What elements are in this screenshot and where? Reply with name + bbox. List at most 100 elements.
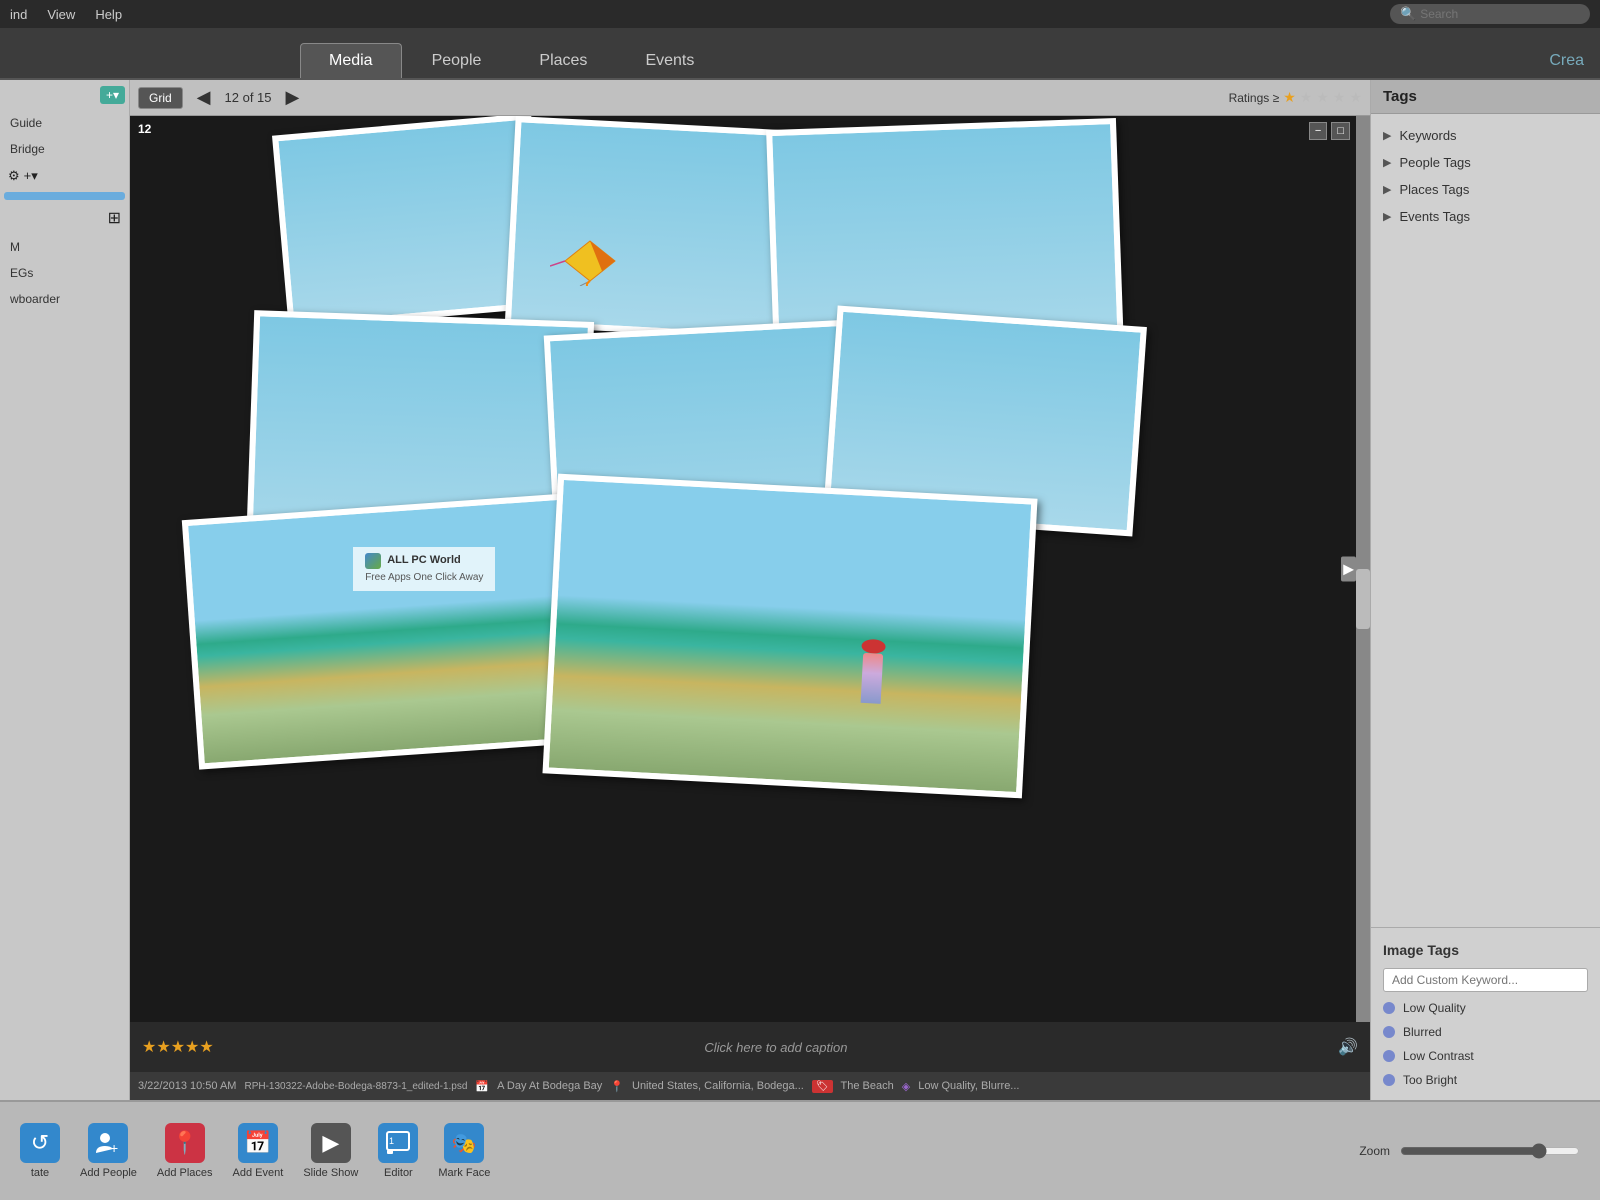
svg-text:1: 1	[389, 1136, 394, 1146]
menu-view[interactable]: View	[47, 7, 75, 22]
tag-label-places: Places Tags	[1399, 182, 1469, 197]
sidebar-item-egs[interactable]: EGs	[4, 262, 125, 284]
photo-controls: − □	[1309, 122, 1350, 140]
tag-label-blurred: Blurred	[1403, 1025, 1442, 1039]
tag-item-places[interactable]: ▶ Places Tags	[1371, 176, 1600, 203]
calendar-icon: 📅	[475, 1080, 489, 1093]
tag-label-low-quality: Low Quality	[1403, 1001, 1466, 1015]
add-people-label: Add People	[80, 1167, 137, 1179]
tag-item-events[interactable]: ▶ Events Tags	[1371, 203, 1600, 230]
watermark: ALL PC World Free Apps One Click Away	[353, 547, 495, 591]
sidebar-icon-row: ⚙ +▾	[4, 164, 125, 188]
tab-places[interactable]: Places	[511, 44, 615, 78]
tab-people[interactable]: People	[404, 44, 510, 78]
tag-dot-1	[1383, 1002, 1395, 1014]
photo-rating: ★★★★★	[142, 1037, 214, 1057]
photo-filename: RPH-130322-Adobe-Bodega-8873-1_edited-1.…	[244, 1081, 467, 1092]
star-3[interactable]: ★	[1316, 89, 1329, 106]
nav-tabs: Media People Places Events Crea	[0, 28, 1600, 80]
add-event-button[interactable]: 📅 Add Event	[233, 1123, 284, 1179]
mark-face-button[interactable]: 🎭 Mark Face	[438, 1123, 490, 1179]
svg-text:+: +	[110, 1140, 118, 1156]
search-input[interactable]	[1420, 7, 1580, 21]
photo-place: United States, California, Bodega...	[632, 1080, 804, 1092]
slide-show-label: Slide Show	[303, 1167, 358, 1179]
grid-button[interactable]: Grid	[138, 87, 183, 109]
tag-badge-low-contrast: Low Contrast	[1371, 1044, 1600, 1068]
star-4[interactable]: ★	[1333, 89, 1346, 106]
slide-show-button[interactable]: ▶ Slide Show	[303, 1123, 358, 1179]
page-count: 12 of 15	[225, 90, 272, 105]
sidebar-item-m[interactable]: M	[4, 236, 125, 258]
add-places-label: Add Places	[157, 1167, 213, 1179]
watermark-subtitle: Free Apps One Click Away	[365, 571, 483, 585]
photo-frame-8	[542, 474, 1037, 799]
editor-icon: 1	[378, 1123, 418, 1163]
tag-item-people[interactable]: ▶ People Tags	[1371, 149, 1600, 176]
photo-quality: Low Quality, Blurre...	[918, 1080, 1019, 1092]
add-icon[interactable]: +▾	[24, 168, 38, 184]
tags-header: Tags	[1371, 80, 1600, 114]
tab-media[interactable]: Media	[300, 43, 402, 78]
create-button[interactable]: Crea	[1533, 44, 1600, 78]
main-layout: +▾ Guide Bridge ⚙ +▾ ⊞ M EGs wboarder Gr…	[0, 80, 1600, 1100]
scroll-thumb[interactable]	[1356, 569, 1370, 629]
expand-panel-button[interactable]: ▶	[1341, 557, 1356, 582]
photo-tags-bar: 3/22/2013 10:50 AM RPH-130322-Adobe-Bode…	[130, 1072, 1370, 1100]
tag-badge-low-quality: Low Quality	[1371, 996, 1600, 1020]
photo-number: 12	[138, 122, 151, 136]
tag-badge-blurred: Blurred	[1371, 1020, 1600, 1044]
connect-icon[interactable]: ⊞	[108, 208, 121, 228]
menu-help[interactable]: Help	[95, 7, 122, 22]
prev-button[interactable]: ◀	[191, 87, 217, 108]
top-controls: +▾	[4, 86, 125, 104]
ratings-area: Ratings ≥ ★ ★ ★ ★ ★	[1229, 89, 1362, 106]
next-button[interactable]: ▶	[280, 87, 306, 108]
maximize-button[interactable]: □	[1331, 122, 1350, 140]
zoom-slider[interactable]	[1400, 1143, 1580, 1159]
scroll-track[interactable]	[1356, 116, 1370, 1022]
settings-icon[interactable]: ⚙	[8, 168, 20, 184]
chevron-right-icon: ▶	[1383, 129, 1391, 142]
menu-find[interactable]: ind	[10, 7, 27, 22]
photo-info-bar: ★★★★★ Click here to add caption 🔊	[130, 1022, 1370, 1072]
ratings-label: Ratings ≥	[1229, 91, 1280, 105]
mark-face-icon: 🎭	[444, 1123, 484, 1163]
editor-button[interactable]: 1 Editor	[378, 1123, 418, 1179]
tag-item-keywords[interactable]: ▶ Keywords	[1371, 122, 1600, 149]
photo-frame-7	[182, 492, 598, 769]
add-button[interactable]: +▾	[100, 86, 125, 104]
tag-label-events: Events Tags	[1399, 209, 1470, 224]
sound-icon[interactable]: 🔊	[1338, 1037, 1358, 1057]
image-tags-header: Image Tags	[1371, 936, 1600, 964]
quality-icon: ◈	[902, 1080, 910, 1093]
content-toolbar: Grid ◀ 12 of 15 ▶ Ratings ≥ ★ ★ ★ ★ ★	[130, 80, 1370, 116]
tag-dot-2	[1383, 1026, 1395, 1038]
photo-area: 12	[130, 116, 1370, 1022]
tag-label-low-contrast: Low Contrast	[1403, 1049, 1474, 1063]
add-event-icon: 📅	[238, 1123, 278, 1163]
star-5[interactable]: ★	[1349, 89, 1362, 106]
sidebar-item-guide[interactable]: Guide	[4, 112, 125, 134]
sidebar-item-selected[interactable]	[4, 192, 125, 200]
add-places-button[interactable]: 📍 Add Places	[157, 1123, 213, 1179]
star-2[interactable]: ★	[1300, 89, 1313, 106]
star-1[interactable]: ★	[1283, 89, 1296, 106]
kite	[550, 236, 630, 289]
photo-caption[interactable]: Click here to add caption	[230, 1040, 1322, 1055]
tag-badge-too-bright: Too Bright	[1371, 1068, 1600, 1092]
tag-dot-3	[1383, 1050, 1395, 1062]
sidebar-item-wboarder[interactable]: wboarder	[4, 288, 125, 310]
add-people-button[interactable]: + Add People	[80, 1123, 137, 1179]
search-box[interactable]: 🔍	[1390, 4, 1590, 24]
add-places-icon: 📍	[165, 1123, 205, 1163]
photo-datetime: 3/22/2013 10:50 AM	[138, 1080, 236, 1092]
content-area: Grid ◀ 12 of 15 ▶ Ratings ≥ ★ ★ ★ ★ ★ 12	[130, 80, 1370, 1100]
minimize-button[interactable]: −	[1309, 122, 1327, 140]
slide-show-icon: ▶	[311, 1123, 351, 1163]
add-event-label: Add Event	[233, 1167, 284, 1179]
sidebar-item-bridge[interactable]: Bridge	[4, 138, 125, 160]
tab-events[interactable]: Events	[617, 44, 722, 78]
custom-keyword-input[interactable]	[1383, 968, 1588, 992]
rotate-button[interactable]: ↺ tate	[20, 1123, 60, 1179]
